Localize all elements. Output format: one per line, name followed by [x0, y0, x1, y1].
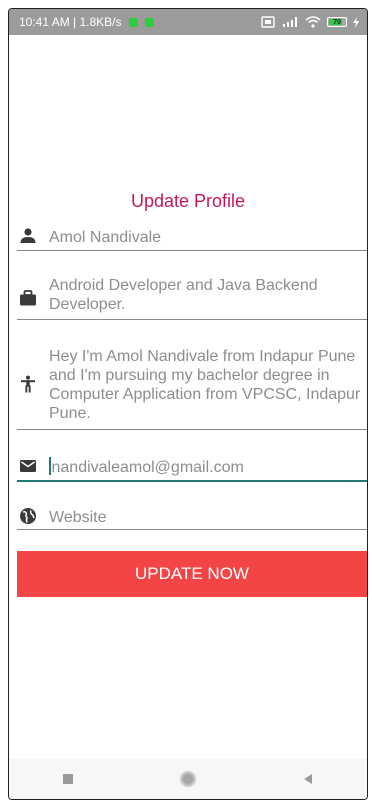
- phone-screen: 10:41 AM | 1.8KB/s 70 Update Profile Amo…: [8, 8, 368, 800]
- accessibility-icon: [21, 375, 35, 393]
- signal-icon: [283, 17, 297, 27]
- recents-icon[interactable]: [62, 773, 74, 785]
- profession-field[interactable]: Android Developer and Java Backend Devel…: [17, 273, 367, 320]
- website-field[interactable]: Website: [17, 504, 367, 530]
- update-now-button[interactable]: UPDATE NOW: [17, 551, 367, 597]
- bio-field[interactable]: Hey I'm Amol Nandivale from Indapur Pune…: [17, 343, 367, 430]
- text-cursor: [49, 457, 51, 475]
- wifi-icon: [305, 16, 321, 28]
- globe-icon: [20, 508, 36, 524]
- status-right: 70: [261, 16, 359, 28]
- notification-icon: [144, 17, 154, 27]
- email-input[interactable]: nandivaleamol@gmail.com: [49, 457, 367, 477]
- page-title: Update Profile: [130, 191, 246, 211]
- status-bar: 10:41 AM | 1.8KB/s 70: [9, 9, 367, 35]
- profession-input[interactable]: Android Developer and Java Backend Devel…: [49, 276, 367, 314]
- name-input[interactable]: Amol Nandivale: [49, 228, 367, 247]
- system-nav-bar: [9, 759, 367, 799]
- home-icon[interactable]: [179, 770, 197, 788]
- notification-icon: [128, 17, 138, 27]
- name-field[interactable]: Amol Nandivale: [17, 224, 367, 251]
- charging-icon: [353, 16, 359, 28]
- back-icon[interactable]: [302, 773, 314, 785]
- status-time-speed: 10:41 AM | 1.8KB/s: [19, 15, 122, 29]
- mail-icon: [20, 460, 36, 472]
- briefcase-icon: [20, 290, 36, 306]
- battery-percent: 70: [333, 18, 341, 26]
- sim-icon: [261, 16, 275, 28]
- status-left: 10:41 AM | 1.8KB/s: [19, 15, 154, 29]
- website-input[interactable]: Website: [49, 508, 367, 527]
- email-value: nandivaleamol@gmail.com: [51, 459, 244, 476]
- email-field[interactable]: nandivaleamol@gmail.com: [17, 453, 367, 482]
- person-icon: [20, 228, 36, 243]
- battery-icon: 70: [327, 17, 347, 27]
- bio-input[interactable]: Hey I'm Amol Nandivale from Indapur Pune…: [49, 347, 367, 423]
